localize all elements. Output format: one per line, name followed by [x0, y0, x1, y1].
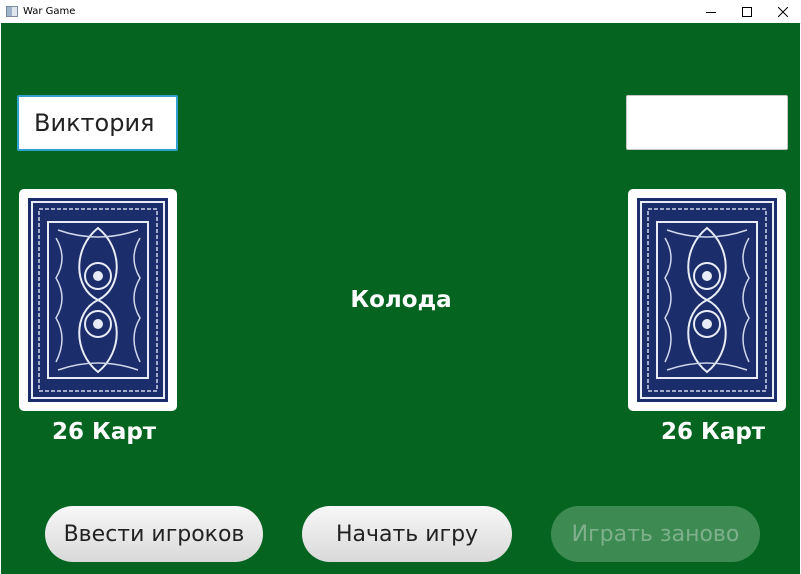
player2-card-count: 26 Карт	[661, 419, 766, 445]
maximize-icon	[742, 6, 752, 17]
maximize-button[interactable]	[729, 0, 765, 23]
player1-name-input[interactable]	[17, 95, 178, 151]
title-bar: War Game	[0, 0, 801, 24]
card-back-pattern-icon	[637, 198, 777, 402]
app-icon	[6, 6, 18, 17]
minimize-icon	[706, 11, 716, 13]
deck-label: Колода	[350, 287, 452, 313]
close-button[interactable]	[765, 0, 801, 23]
close-icon	[778, 6, 788, 17]
card-back-pattern-icon	[28, 198, 168, 402]
play-again-button[interactable]: Играть заново	[551, 506, 760, 562]
minimize-button[interactable]	[693, 0, 729, 23]
player1-card-count: 26 Карт	[52, 419, 157, 445]
player2-card-back	[628, 189, 786, 411]
game-table: Колода 26 Карт 26 Карт Ввести игроков На…	[1, 23, 800, 574]
window-title: War Game	[23, 6, 76, 17]
window-controls	[693, 0, 801, 23]
player2-name-input[interactable]	[626, 95, 788, 150]
start-game-button[interactable]: Начать игру	[302, 506, 512, 562]
enter-players-button[interactable]: Ввести игроков	[45, 506, 263, 562]
player1-card-back	[19, 189, 177, 411]
